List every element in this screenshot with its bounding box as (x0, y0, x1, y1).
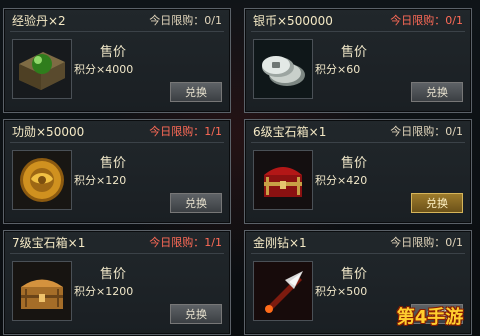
divider (251, 253, 465, 254)
shop-card: 经验丹×2 今日限购：0/1 售价 积分×4000 兑换 (3, 8, 231, 113)
red-chest-icon (253, 150, 313, 210)
card-header: 金刚钻×1 今日限购：0/1 (245, 231, 471, 253)
card-header: 银币×500000 今日限购：0/1 (245, 9, 471, 31)
purchase-limit: 今日限购：0/1 (390, 125, 463, 138)
card-header: 6级宝石箱×1 今日限购：0/1 (245, 120, 471, 142)
exchange-button[interactable]: 兑换 (411, 82, 463, 102)
shop-card: 功勋×50000 今日限购：1/1 售价 积分×120 兑换 (3, 119, 231, 224)
price-text: 积分×1200 (74, 285, 134, 298)
shop-card: 7级宝石箱×1 今日限购：1/1 售价 积分×1200 兑换 (3, 230, 231, 335)
price-text: 积分×4000 (74, 63, 134, 76)
price-label: 售价 (341, 267, 368, 282)
divider (251, 31, 465, 32)
shop-grid: 经验丹×2 今日限购：0/1 售价 积分×4000 兑换 银币×500000 今… (0, 0, 480, 336)
divider (251, 142, 465, 143)
green-pill-box-icon (12, 39, 72, 99)
purchase-limit: 今日限购：1/1 (149, 125, 222, 138)
divider (10, 142, 224, 143)
item-name: 经验丹×2 (12, 13, 66, 28)
item-name: 6级宝石箱×1 (253, 124, 327, 139)
price-label: 售价 (341, 45, 368, 60)
purchase-limit: 今日限购：0/1 (390, 236, 463, 249)
item-name: 功勋×50000 (12, 124, 85, 139)
price-text: 积分×60 (315, 63, 361, 76)
silver-coins-icon (253, 39, 313, 99)
card-header: 功勋×50000 今日限购：1/1 (4, 120, 230, 142)
divider (10, 31, 224, 32)
wood-chest-icon (12, 261, 72, 321)
price-label: 售价 (341, 156, 368, 171)
shop-card: 银币×500000 今日限购：0/1 售价 积分×60 兑换 (244, 8, 472, 113)
gold-medallion-icon (12, 150, 72, 210)
item-name: 银币×500000 (253, 13, 333, 28)
card-header: 7级宝石箱×1 今日限购：1/1 (4, 231, 230, 253)
shop-card: 6级宝石箱×1 今日限购：0/1 售价 积分×420 兑换 (244, 119, 472, 224)
purchase-limit: 今日限购：0/1 (149, 14, 222, 27)
price-label: 售价 (100, 45, 127, 60)
price-text: 积分×120 (74, 174, 127, 187)
exchange-button[interactable]: 兑换 (170, 304, 222, 324)
exchange-button[interactable]: 兑换 (170, 82, 222, 102)
divider (10, 253, 224, 254)
price-label: 售价 (100, 267, 127, 282)
price-text: 积分×420 (315, 174, 368, 187)
item-name: 金刚钻×1 (253, 235, 307, 250)
spear-tip-icon (253, 261, 313, 321)
price-text: 积分×500 (315, 285, 368, 298)
exchange-button[interactable]: 兑换 (170, 193, 222, 213)
purchase-limit: 今日限购：0/1 (390, 14, 463, 27)
purchase-limit: 今日限购：1/1 (149, 236, 222, 249)
card-header: 经验丹×2 今日限购：0/1 (4, 9, 230, 31)
watermark-text: 第4手游 (396, 307, 464, 328)
watermark-logo: 第4手游 (388, 302, 472, 330)
item-name: 7级宝石箱×1 (12, 235, 86, 250)
exchange-button[interactable]: 兑换 (411, 193, 463, 213)
price-label: 售价 (100, 156, 127, 171)
